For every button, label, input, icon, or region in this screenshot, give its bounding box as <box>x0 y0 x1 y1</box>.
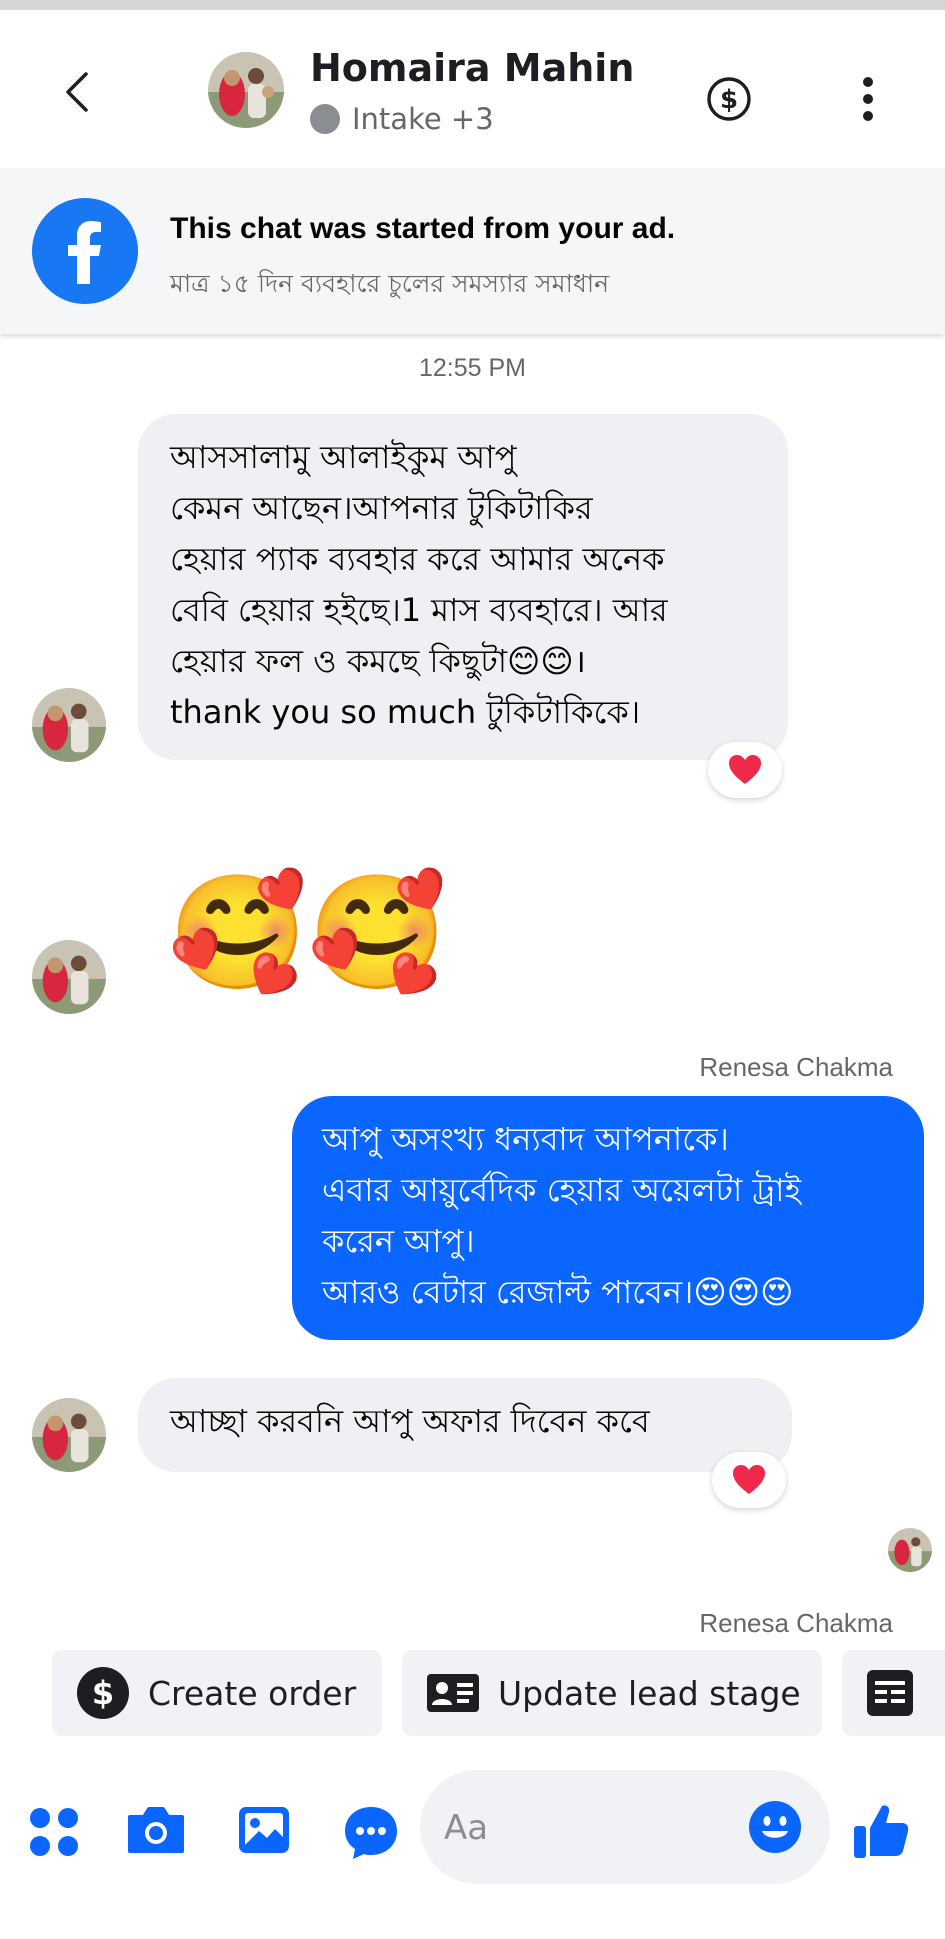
photo-icon <box>239 1807 289 1853</box>
dollar-circle-icon: $ <box>707 77 751 121</box>
gallery-button[interactable] <box>232 1798 296 1862</box>
dollar-icon: $ <box>77 1667 129 1719</box>
contact-avatar[interactable] <box>208 52 284 128</box>
message-line: হেয়ার প্যাক ব্যবহার করে আমার অনেক <box>170 540 665 578</box>
incoming-message-bubble[interactable]: আসসালামু আলাইকুম আপু কেমন আছেন।আপনার টুক… <box>138 414 788 760</box>
svg-text:$: $ <box>720 85 738 115</box>
camera-icon <box>128 1807 184 1853</box>
more-options-button[interactable] <box>848 74 888 124</box>
id-card-icon <box>427 1674 479 1712</box>
message-line: হেয়ার ফল ও কমছে কিছুটা😊😊। <box>170 642 586 680</box>
outgoing-message-bubble[interactable]: আপু অসংখ্য ধন্যবাদ আপনাকে। এবার আয়ুর্বে… <box>292 1096 924 1340</box>
facebook-logo-icon <box>32 198 138 304</box>
form-icon <box>867 1670 913 1716</box>
status-label: Intake +3 <box>352 102 494 136</box>
lead-status[interactable]: Intake +3 <box>310 102 494 136</box>
read-receipt-avatar <box>888 1528 932 1572</box>
camera-button[interactable] <box>124 1798 188 1862</box>
emoji-message[interactable]: 🥰🥰 <box>168 868 447 998</box>
message-reaction[interactable] <box>708 742 782 798</box>
message-line: আচ্ছা করবনি আপু অফার দিবেন কবে <box>170 1402 650 1440</box>
thumbs-up-icon <box>854 1805 909 1858</box>
smiley-icon <box>749 1801 801 1853</box>
saved-replies-button[interactable] <box>336 1798 406 1868</box>
message-timestamp: 12:55 PM <box>418 354 526 382</box>
chevron-left-icon <box>66 72 88 112</box>
svg-text:$: $ <box>92 1674 114 1712</box>
message-line: আরও বেটার রেজাল্ট পাবেন।😍😍😍 <box>322 1273 794 1311</box>
message-input[interactable] <box>442 1770 746 1886</box>
update-lead-stage-button[interactable]: Update lead stage <box>402 1650 822 1736</box>
apps-icon <box>30 1808 78 1856</box>
message-line: আপু অসংখ্য ধন্যবাদ আপনাকে। <box>322 1120 729 1158</box>
message-line: কেমন আছেন।আপনার টুকিটাকির <box>170 489 593 527</box>
sender-name: Renesa Chakma <box>699 1052 893 1082</box>
like-button[interactable] <box>846 1794 916 1866</box>
sender-avatar[interactable] <box>32 688 106 762</box>
ad-origin-banner[interactable]: This chat was started from your ad. মাত্… <box>0 168 945 334</box>
heart-icon <box>729 755 761 784</box>
chat-header: Homaira Mahin Intake +3 $ <box>0 10 945 168</box>
message-line: বেবি হেয়ার হইছে।1 মাস ব্যবহারে। আর <box>170 591 668 629</box>
message-line: এবার আয়ুর্বেদিক হেয়ার অয়েলটা ট্রাই <box>322 1171 802 1209</box>
payments-button[interactable]: $ <box>706 76 752 122</box>
chat-bubble-icon <box>345 1807 397 1859</box>
sender-avatar[interactable] <box>32 1398 106 1472</box>
message-composer <box>0 1760 945 1939</box>
message-line: আসসালামু আলাইকুম আপু <box>170 438 517 476</box>
ad-banner-title: This chat was started from your ad. <box>170 212 676 245</box>
create-order-label: Create order <box>148 1673 357 1713</box>
update-lead-stage-label: Update lead stage <box>498 1673 801 1713</box>
status-dot <box>310 104 340 134</box>
emoji-button[interactable] <box>748 1800 802 1854</box>
message-line: করেন আপু। <box>322 1222 475 1260</box>
message-input-container <box>420 1770 830 1886</box>
create-order-button[interactable]: $ Create order <box>52 1650 382 1736</box>
form-action-button[interactable] <box>842 1650 945 1736</box>
contact-name: Homaira Mahin <box>310 46 635 90</box>
sender-name: Renesa Chakma <box>699 1608 893 1638</box>
top-status-line <box>0 0 945 10</box>
sender-avatar[interactable] <box>32 940 106 1014</box>
more-apps-button[interactable] <box>22 1800 86 1864</box>
message-line: thank you so much টুকিটাকিকে। <box>170 693 641 731</box>
back-button[interactable] <box>52 62 102 122</box>
heart-icon <box>733 1465 765 1494</box>
ad-banner-subtitle: মাত্র ১৫ দিন ব্যবহারে চুলের সমস্যার সমাধ… <box>170 269 610 298</box>
incoming-message-bubble[interactable]: আচ্ছা করবনি আপু অফার দিবেন কবে <box>138 1378 792 1472</box>
quick-actions-bar: $ Create order Update lead stage <box>0 1650 945 1740</box>
more-vertical-icon <box>863 77 873 121</box>
message-reaction[interactable] <box>712 1452 786 1508</box>
